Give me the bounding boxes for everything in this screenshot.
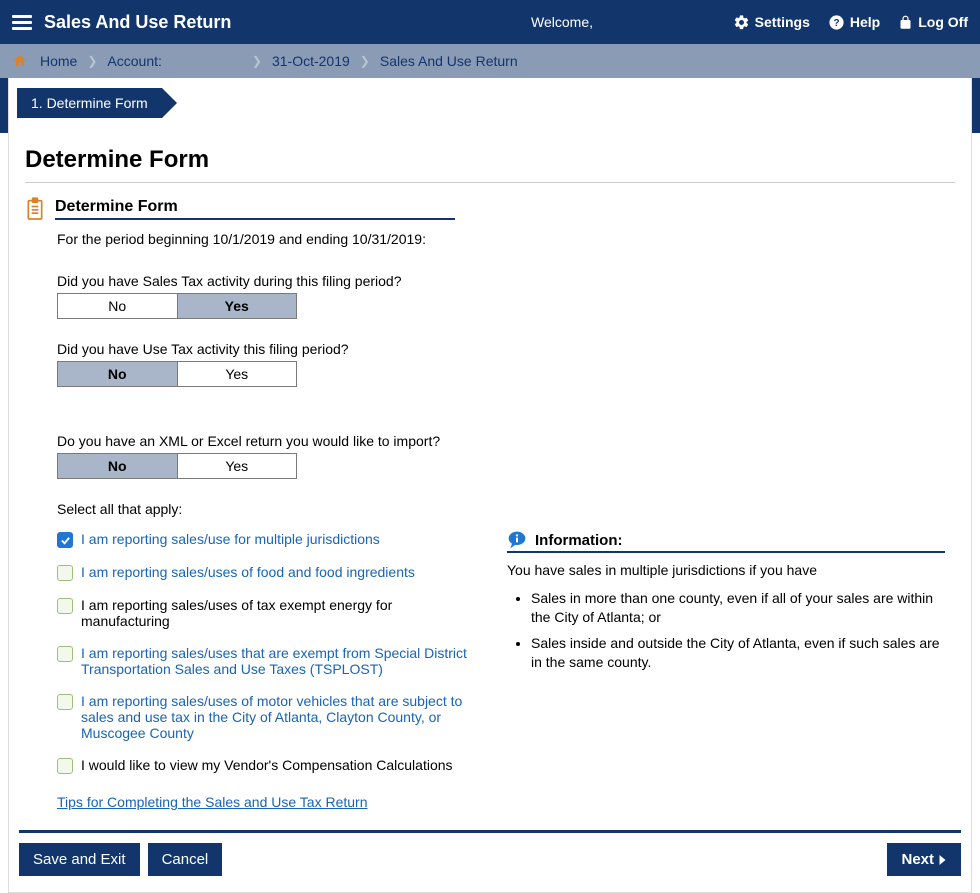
toggle-import: No Yes	[57, 453, 297, 479]
breadcrumb-sep: ❯	[360, 54, 370, 68]
checkbox-row: I am reporting sales/use for multiple ju…	[57, 531, 477, 548]
info-intro: You have sales in multiple jurisdictions…	[507, 561, 945, 581]
save-exit-button[interactable]: Save and Exit	[19, 843, 140, 876]
lock-icon	[898, 14, 913, 31]
breadcrumb-home[interactable]: Home	[40, 53, 77, 69]
checkbox-row: I am reporting sales/uses of tax exempt …	[57, 597, 477, 629]
toggle-sales-no[interactable]: No	[58, 294, 177, 318]
checkbox-label: I would like to view my Vendor's Compens…	[81, 757, 453, 773]
checkbox-row: I would like to view my Vendor's Compens…	[57, 757, 477, 774]
checkbox[interactable]	[57, 598, 73, 614]
question-sales: Did you have Sales Tax activity during t…	[57, 273, 955, 289]
breadcrumb-page[interactable]: Sales And Use Return	[380, 53, 518, 69]
footer: Save and Exit Cancel Next	[19, 830, 961, 882]
content-card: 1. Determine Form Determine Form Determi…	[8, 78, 972, 893]
checkbox[interactable]	[57, 646, 73, 662]
checkbox-row: I am reporting sales/uses of motor vehic…	[57, 693, 477, 741]
toggle-use-no[interactable]: No	[58, 362, 177, 386]
breadcrumb-sep: ❯	[87, 54, 97, 68]
app-title: Sales And Use Return	[44, 12, 231, 33]
breadcrumb: Home ❯ Account: ❯ 31-Oct-2019 ❯ Sales An…	[0, 44, 980, 78]
checkbox[interactable]	[57, 758, 73, 774]
select-all-label: Select all that apply:	[57, 501, 955, 517]
section-title: Determine Form	[55, 198, 455, 220]
section-header: Determine Form	[25, 197, 955, 221]
welcome-text: Welcome,	[371, 14, 593, 30]
question-import: Do you have an XML or Excel return you w…	[57, 433, 955, 449]
toggle-sales: No Yes	[57, 293, 297, 319]
breadcrumb-account[interactable]: Account:	[107, 53, 161, 69]
info-bullets: Sales in more than one county, even if a…	[531, 589, 945, 673]
page-title: Determine Form	[25, 146, 955, 174]
checkbox-row: I am reporting sales/uses of food and fo…	[57, 564, 477, 581]
checkbox-row: I am reporting sales/uses that are exemp…	[57, 645, 477, 677]
cancel-button[interactable]: Cancel	[148, 843, 223, 876]
question-use: Did you have Use Tax activity this filin…	[57, 341, 955, 357]
help-label: Help	[850, 14, 880, 30]
checkbox-label[interactable]: I am reporting sales/use for multiple ju…	[81, 531, 380, 547]
divider	[25, 182, 955, 183]
toggle-use: No Yes	[57, 361, 297, 387]
checkbox[interactable]	[57, 565, 73, 581]
period-text: For the period beginning 10/1/2019 and e…	[57, 231, 955, 247]
info-icon	[507, 531, 527, 549]
next-button[interactable]: Next	[887, 843, 961, 876]
toggle-use-yes[interactable]: Yes	[177, 362, 297, 386]
info-panel: Information: You have sales in multiple …	[507, 531, 955, 810]
info-title: Information:	[535, 532, 623, 549]
info-bullet: Sales inside and outside the City of Atl…	[531, 634, 945, 673]
toggle-import-yes[interactable]: Yes	[177, 454, 297, 478]
breadcrumb-sep: ❯	[252, 54, 262, 68]
checkbox-label[interactable]: I am reporting sales/uses of motor vehic…	[81, 693, 477, 741]
help-link[interactable]: ? Help	[828, 14, 880, 31]
toggle-sales-yes[interactable]: Yes	[177, 294, 297, 318]
logoff-link[interactable]: Log Off	[898, 14, 968, 31]
checkbox-column: I am reporting sales/use for multiple ju…	[57, 531, 477, 810]
step-indicator[interactable]: 1. Determine Form	[17, 88, 162, 118]
chevron-right-icon	[938, 854, 947, 866]
checkbox-label: I am reporting sales/uses of tax exempt …	[81, 597, 477, 629]
app-window: Sales And Use Return Welcome, Settings ?…	[0, 0, 980, 893]
menu-icon[interactable]	[12, 12, 32, 32]
gear-icon	[733, 14, 750, 31]
checkbox-label[interactable]: I am reporting sales/uses of food and fo…	[81, 564, 415, 580]
top-links: Settings ? Help Log Off	[733, 14, 968, 31]
next-label: Next	[901, 851, 934, 868]
settings-label: Settings	[755, 14, 810, 30]
topbar: Sales And Use Return Welcome, Settings ?…	[0, 0, 980, 44]
breadcrumb-date[interactable]: 31-Oct-2019	[272, 53, 350, 69]
checkbox[interactable]	[57, 532, 73, 548]
logoff-label: Log Off	[918, 14, 968, 30]
info-bullet: Sales in more than one county, even if a…	[531, 589, 945, 628]
svg-text:?: ?	[833, 18, 839, 29]
toggle-import-no[interactable]: No	[58, 454, 177, 478]
home-icon[interactable]	[12, 53, 28, 69]
tips-link[interactable]: Tips for Completing the Sales and Use Ta…	[57, 794, 368, 810]
clipboard-icon	[25, 197, 45, 221]
checkbox[interactable]	[57, 694, 73, 710]
checkbox-label[interactable]: I am reporting sales/uses that are exemp…	[81, 645, 477, 677]
settings-link[interactable]: Settings	[733, 14, 810, 31]
help-icon: ?	[828, 14, 845, 31]
